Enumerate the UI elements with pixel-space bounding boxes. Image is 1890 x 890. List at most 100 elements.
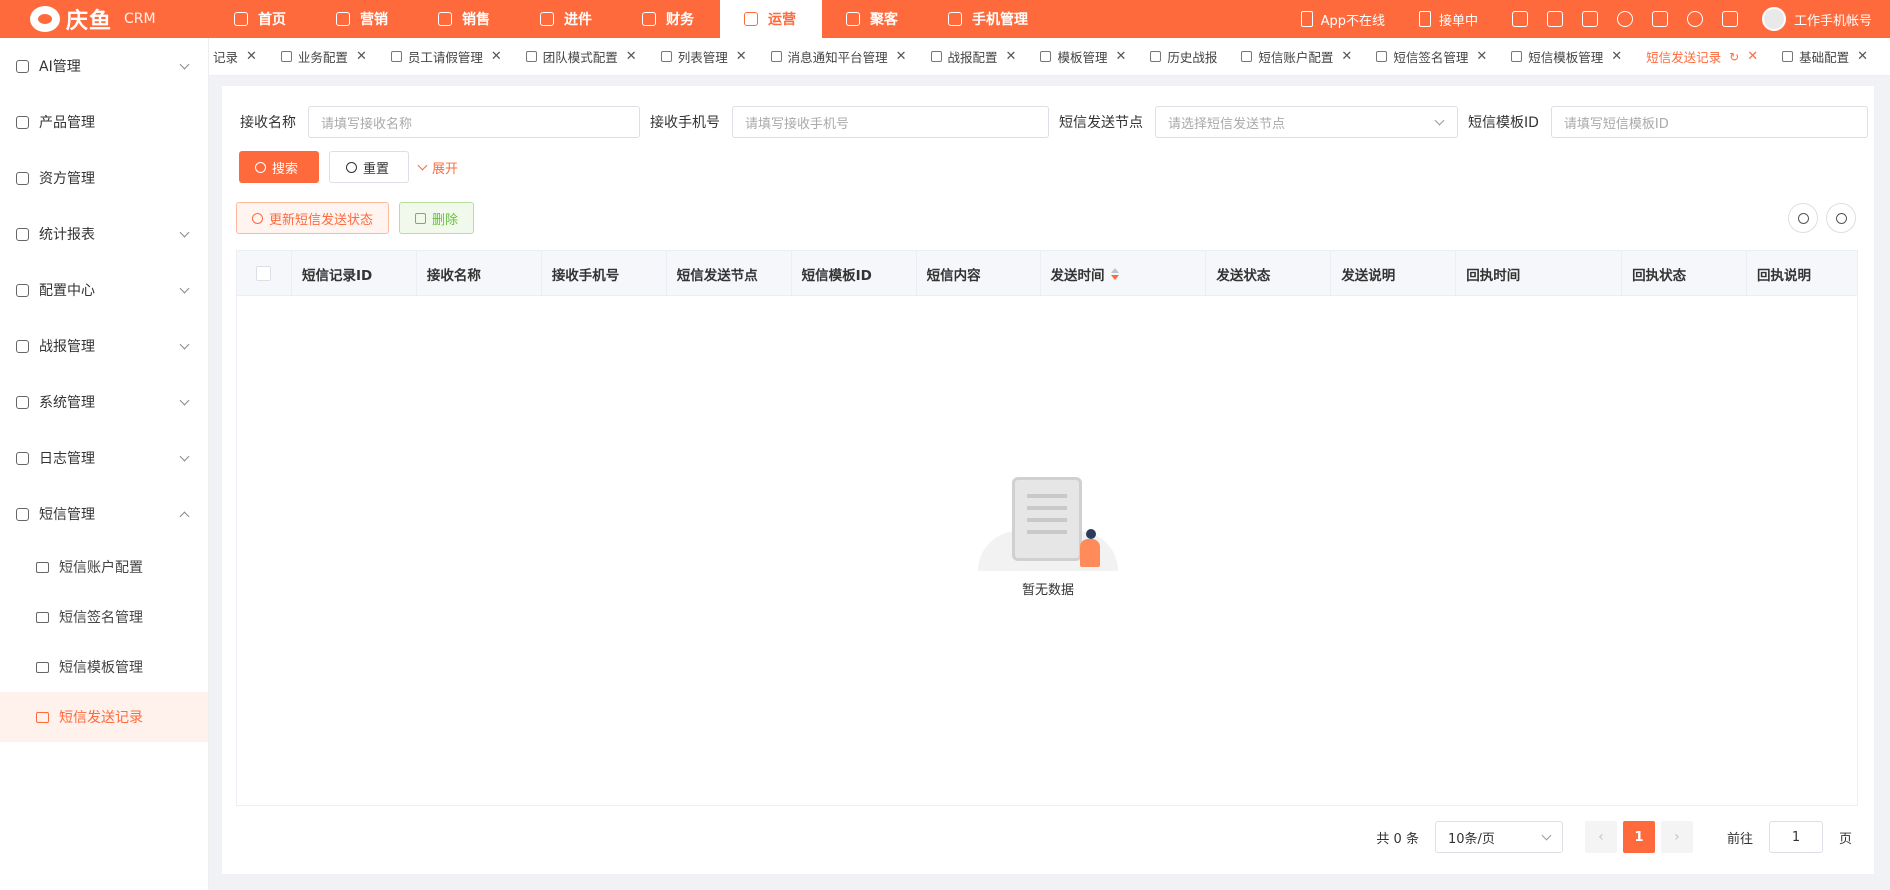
sidebar-item-battle-report[interactable]: 战报管理 [0,318,208,374]
col-receipt-time[interactable]: 回执时间 [1456,251,1623,296]
prev-page-button[interactable]: ‹ [1584,821,1617,853]
expand-link[interactable]: 展开 [417,158,458,177]
recv-phone-input[interactable]: 请填写接收手机号 [732,106,1049,138]
col-send-node[interactable]: 短信发送节点 [667,251,792,296]
tab-sms-records[interactable]: 短信发送记录 ↻ ✕ [1634,38,1770,75]
avatar[interactable] [1761,7,1786,31]
page-number-current[interactable]: 1 [1622,821,1655,853]
reset-button[interactable]: 重置 [329,151,409,183]
tab-battle-config[interactable]: 战报配置 ✕ [919,38,1029,75]
close-icon[interactable]: ✕ [626,49,637,64]
col-template-id[interactable]: 短信模板ID [792,251,917,296]
col-recv-phone[interactable]: 接收手机号 [542,251,667,296]
col-record-id[interactable]: 短信记录ID [292,251,417,296]
tab-template-management[interactable]: 模板管理 ✕ [1028,38,1138,75]
page-unit-label: 页 [1838,831,1852,847]
nav-customers[interactable]: 聚客 [822,0,924,38]
delete-button[interactable]: 删除 [399,202,475,234]
close-icon[interactable]: ✕ [491,49,502,64]
sidebar-item-product[interactable]: 产品管理 [0,94,208,150]
order-status[interactable]: 接单中 [1418,10,1478,29]
close-icon[interactable]: ✕ [1611,49,1622,64]
tab-business-config[interactable]: 业务配置 ✕ [269,38,379,75]
logo[interactable]: 庆鱼 CRM [0,0,210,38]
send-icon[interactable] [1721,11,1738,27]
col-recv-name[interactable]: 接收名称 [417,251,542,296]
close-icon[interactable]: ✕ [896,49,907,64]
user-name[interactable]: 工作手机帐号 [1794,10,1872,29]
empty-text: 暂无数据 [1021,583,1074,598]
app-status[interactable]: App不在线 [1300,10,1385,29]
close-icon[interactable]: ✕ [1476,49,1487,64]
sidebar-subitem-sms-signature[interactable]: 短信签名管理 [0,592,208,642]
sidebar-subitem-sms-template[interactable]: 短信模板管理 [0,642,208,692]
nav-finance[interactable]: 财务 [618,0,720,38]
select-all-checkbox[interactable] [256,266,272,281]
search-list-icon[interactable] [1546,11,1563,27]
sidebar-item-log[interactable]: 日志管理 [0,430,208,486]
refresh-table-button[interactable] [1826,203,1856,233]
tab-basic-config[interactable]: 基础配置 ✕ [1770,38,1880,75]
close-icon[interactable]: ✕ [736,49,747,64]
refresh-icon[interactable]: ↻ [1729,50,1739,64]
col-content[interactable]: 短信内容 [917,251,1041,296]
trash-icon [415,212,427,224]
bell-icon[interactable] [1616,11,1633,27]
sidebar-subitem-sms-records[interactable]: 短信发送记录 [0,692,208,742]
tab-list-management[interactable]: 列表管理 ✕ [649,38,759,75]
close-icon[interactable]: ✕ [1006,49,1017,64]
col-send-status[interactable]: 发送状态 [1206,251,1332,296]
sidebar-item-report[interactable]: 统计报表 [0,206,208,262]
chevron-down-icon [179,59,190,69]
tab-leave-management[interactable]: 员工请假管理 ✕ [379,38,514,75]
tab-notification-platform[interactable]: 消息通知平台管理 ✕ [759,38,919,75]
nav-operations[interactable]: 运营 [720,0,822,38]
sidebar-item-capital[interactable]: 资方管理 [0,150,208,206]
tab-sms-account[interactable]: 短信账户配置 ✕ [1229,38,1364,75]
sidebar-item-system[interactable]: 系统管理 [0,374,208,430]
toggle-search-button[interactable] [1788,203,1818,233]
nav-intake[interactable]: 进件 [516,0,618,38]
sidebar-item-ai[interactable]: AI管理 [0,38,208,94]
recv-name-input[interactable]: 请填写接收名称 [308,106,640,138]
close-icon[interactable]: ✕ [1857,49,1868,64]
col-send-time[interactable]: 发送时间 [1041,251,1207,296]
tab-sms-signature[interactable]: 短信签名管理 ✕ [1364,38,1499,75]
template-icon [1511,51,1523,62]
shirt-icon[interactable] [1581,11,1598,27]
lock-icon[interactable] [1511,11,1528,27]
close-icon[interactable]: ✕ [1747,49,1758,64]
config-icon [16,283,29,297]
nav-home[interactable]: 首页 [210,0,312,38]
fullscreen-icon[interactable] [1651,11,1668,27]
template-id-input[interactable]: 请填写短信模板ID [1550,106,1868,138]
signature-icon [1376,51,1388,62]
nav-marketing[interactable]: 营销 [312,0,414,38]
close-icon[interactable]: ✕ [356,49,367,64]
sidebar-subitem-sms-account[interactable]: 短信账户配置 [0,542,208,592]
tab-team-mode[interactable]: 团队模式配置 ✕ [514,38,649,75]
nav-phone-management[interactable]: 手机管理 [924,0,1054,38]
sort-icon[interactable] [1110,267,1119,280]
col-receipt-note[interactable]: 回执说明 [1747,251,1857,296]
close-icon[interactable]: ✕ [1115,49,1126,64]
close-icon[interactable]: ✕ [246,49,257,64]
next-page-button[interactable]: › [1660,821,1693,853]
empty-illustration-icon [978,471,1118,571]
sidebar-item-sms[interactable]: 短信管理 [0,486,208,542]
sidebar-item-config[interactable]: 配置中心 [0,262,208,318]
tab-sms-template[interactable]: 短信模板管理 ✕ [1499,38,1634,75]
goto-page-input[interactable]: 1 [1768,821,1823,853]
tab-history-battle[interactable]: 历史战报 [1138,38,1229,75]
nav-sales[interactable]: 销售 [414,0,516,38]
node-select[interactable]: 请选择短信发送节点 [1155,106,1458,138]
tab-record-partial[interactable]: 记录 ✕ [209,38,269,75]
close-icon[interactable]: ✕ [1341,49,1352,64]
logo-fish-icon [30,6,60,32]
page-size-select[interactable]: 10条/页 [1434,821,1563,853]
search-icon[interactable] [1686,11,1703,27]
col-send-note[interactable]: 发送说明 [1331,251,1457,296]
col-receipt-status[interactable]: 回执状态 [1622,251,1748,296]
update-status-button[interactable]: 更新短信发送状态 [236,202,390,234]
search-button[interactable]: 搜索 [239,151,319,183]
